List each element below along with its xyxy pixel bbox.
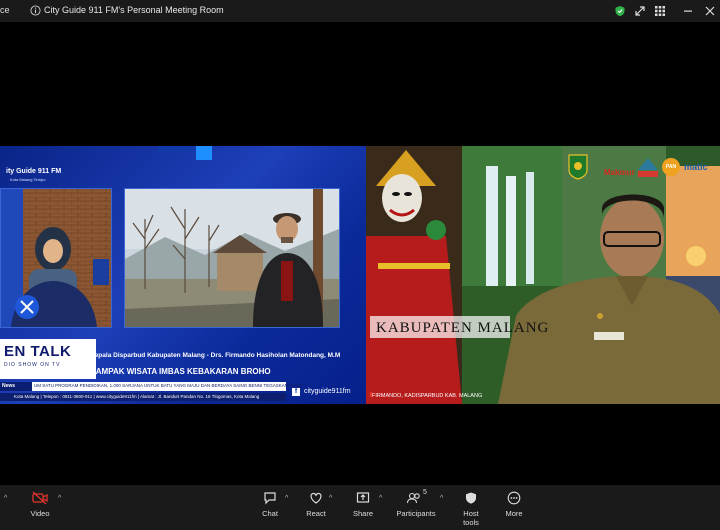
info-icon[interactable] bbox=[30, 5, 41, 16]
audio-options-chevron-icon[interactable]: ^ bbox=[4, 495, 7, 502]
show-subtitle: DIO SHOW ON TV bbox=[4, 362, 61, 368]
video-stage: ity Guide 911 FM Kota Malang Tempo EN TA… bbox=[0, 22, 720, 485]
video-button[interactable]: Video bbox=[28, 491, 52, 518]
participants-button[interactable]: Participants bbox=[396, 491, 436, 518]
news-ticker-text: UM SATU PROGRAM PENDIDIKAN, 1.000 SARJAN… bbox=[34, 383, 304, 388]
regency-crest-icon bbox=[568, 154, 588, 180]
share-options-chevron-icon[interactable]: ^ bbox=[379, 495, 382, 502]
app-name: ce bbox=[0, 5, 10, 15]
close-icon[interactable] bbox=[704, 5, 716, 17]
contact-text: Kota Malang | Telepon : 0811-3600-911 | … bbox=[14, 394, 260, 399]
more-label: More bbox=[505, 509, 523, 518]
meeting-title: City Guide 911 FM's Personal Meeting Roo… bbox=[44, 5, 224, 15]
minimize-icon[interactable] bbox=[682, 5, 694, 17]
contact-bar: Kota Malang | Telepon : 0811-3600-911 | … bbox=[0, 393, 286, 401]
shield-icon[interactable] bbox=[614, 5, 626, 17]
guest-video-image bbox=[125, 189, 339, 327]
regency-banner: KABUPATEN MALANG bbox=[376, 320, 550, 336]
expand-icon[interactable] bbox=[634, 5, 646, 17]
react-button[interactable]: React bbox=[303, 491, 329, 518]
participant-name-caption: FIRMANDO, KADISPARBUD KAB. MALANG bbox=[372, 393, 483, 399]
host-video-image bbox=[1, 189, 111, 327]
decor-square bbox=[196, 146, 212, 160]
host-tools-button[interactable]: Host tools bbox=[455, 491, 487, 527]
guest-panel bbox=[124, 188, 340, 328]
react-label: React bbox=[306, 509, 326, 518]
meeting-toolbar: ^ Video ^ Chat ^ React ^ Share ^ Partici… bbox=[0, 485, 720, 530]
chat-button[interactable]: Chat bbox=[259, 491, 281, 518]
guest-name-caption: Kepala Disparbud Kabupaten Malang - Drs.… bbox=[90, 352, 341, 359]
participants-count: 5 bbox=[423, 489, 427, 496]
news-ticker-bar: News UM SATU PROGRAM PENDIDIKAN, 1.000 S… bbox=[0, 382, 303, 391]
participants-options-chevron-icon[interactable]: ^ bbox=[440, 495, 443, 502]
chat-icon bbox=[264, 492, 276, 505]
participants-label: Participants bbox=[396, 509, 436, 518]
facebook-icon: f bbox=[292, 388, 300, 396]
facebook-handle: cityguide911fm bbox=[304, 388, 351, 395]
topic-caption: DAMPAK WISATA IMBAS KEBAKARAN BROHO bbox=[90, 367, 271, 376]
chat-label: Chat bbox=[262, 509, 278, 518]
video-label: Video bbox=[30, 509, 50, 518]
share-label: Share bbox=[352, 509, 373, 518]
station-tagline: Kota Malang Tempo bbox=[10, 177, 46, 182]
grid-view-icon[interactable] bbox=[654, 5, 666, 17]
decor-bar bbox=[158, 146, 194, 152]
pan-logo: PAN bbox=[662, 158, 680, 176]
react-options-chevron-icon[interactable]: ^ bbox=[329, 495, 332, 502]
participant-video-official[interactable]: KABUPATEN MALANG Makmur PAN matic FIRMAN… bbox=[366, 146, 720, 404]
more-icon bbox=[507, 491, 521, 505]
malang-tourism-logo bbox=[638, 158, 658, 177]
more-button[interactable]: More bbox=[503, 491, 525, 518]
title-bar: ce City Guide 911 FM's Personal Meeting … bbox=[0, 0, 720, 22]
host-tools-label: Host tools bbox=[463, 509, 479, 527]
show-title-box: EN TALK DIO SHOW ON TV bbox=[0, 339, 96, 379]
matic-logo: matic bbox=[684, 162, 708, 172]
show-title: EN TALK bbox=[4, 343, 72, 360]
news-label: News bbox=[0, 382, 32, 391]
heart-icon bbox=[310, 492, 322, 504]
host-panel bbox=[0, 188, 112, 328]
video-off-icon bbox=[32, 491, 48, 505]
makmur-logo: Makmur bbox=[604, 168, 635, 177]
station-logo: ity Guide 911 FM bbox=[6, 168, 62, 175]
chat-options-chevron-icon[interactable]: ^ bbox=[285, 495, 288, 502]
video-options-chevron-icon[interactable]: ^ bbox=[58, 495, 61, 502]
virtual-background-image bbox=[366, 146, 720, 404]
share-screen-icon bbox=[356, 492, 370, 503]
share-button[interactable]: Share bbox=[351, 491, 375, 518]
participant-video-studio[interactable]: ity Guide 911 FM Kota Malang Tempo EN TA… bbox=[0, 146, 366, 404]
host-shield-icon bbox=[466, 492, 476, 504]
